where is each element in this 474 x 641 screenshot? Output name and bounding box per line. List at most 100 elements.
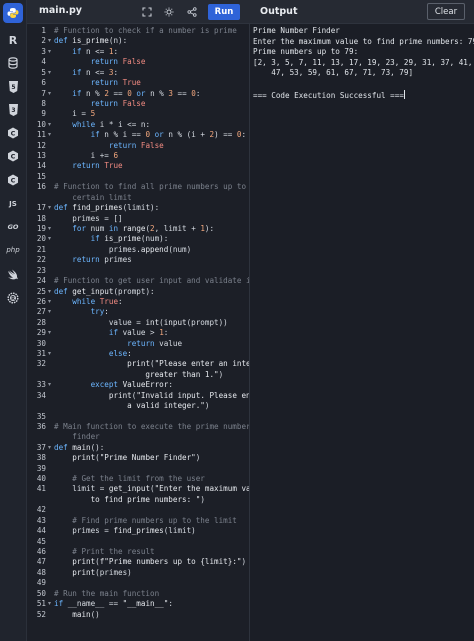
file-tab[interactable]: main.py (39, 5, 82, 16)
cpp-icon[interactable]: C (3, 146, 23, 166)
share-icon[interactable] (184, 4, 200, 20)
code-line[interactable]: while i * i <= n: (54, 120, 150, 129)
code-line[interactable]: if n % i == 0 or n % (i + 2) == 0: (54, 130, 247, 139)
code-line[interactable]: if n <= 3: (54, 68, 118, 77)
r-icon[interactable]: R (3, 30, 23, 50)
fold-chevron-icon[interactable]: ▾ (48, 329, 51, 336)
code-line[interactable]: if is_prime(num): (54, 234, 169, 243)
code-line[interactable]: print(f"Prime numbers up to {limit}:") (54, 557, 246, 566)
code-line[interactable]: while True: (54, 297, 122, 306)
clear-button[interactable]: Clear (427, 3, 465, 20)
code-line[interactable]: i = 5 (54, 109, 95, 118)
fold-chevron-icon[interactable]: ▾ (48, 90, 51, 97)
code-line-wrap[interactable]: certain limit (54, 193, 131, 202)
code-line[interactable]: print(primes) (54, 568, 131, 577)
code-line[interactable]: value = int(input(prompt)) (54, 318, 228, 327)
code-line-wrap[interactable]: finder (54, 432, 99, 441)
code-line[interactable]: if n <= 1: (54, 47, 118, 56)
line-number: 22 (36, 255, 46, 265)
line-number: 21 (36, 244, 46, 254)
code-line[interactable]: if n % 2 == 0 or n % 3 == 0: (54, 89, 200, 98)
go-icon[interactable]: GO (3, 217, 23, 237)
fold-chevron-icon[interactable]: ▾ (48, 69, 51, 76)
run-button[interactable]: Run (208, 4, 240, 20)
line-number: 40 (36, 474, 46, 484)
code-line[interactable]: return False (54, 141, 164, 150)
code-line[interactable]: limit = get_input("Enter the maximum val… (54, 484, 249, 493)
code-line[interactable]: print("Please enter an integer (54, 359, 249, 368)
fold-chevron-icon[interactable]: ▾ (48, 444, 51, 451)
code-line[interactable]: primes = find_primes(limit) (54, 526, 195, 535)
fold-chevron-icon[interactable]: ▾ (48, 131, 51, 138)
code-line[interactable]: # Function to find all prime numbers up … (54, 182, 249, 191)
rust-icon[interactable]: R (3, 288, 23, 308)
line-number: 25 (36, 286, 46, 296)
code-line[interactable]: return False (54, 99, 146, 108)
line-number: 7 (41, 88, 46, 98)
fold-chevron-icon[interactable]: ▾ (48, 350, 51, 357)
c-icon[interactable]: C (3, 123, 23, 143)
code-line[interactable]: def get_input(prompt): (54, 287, 155, 296)
js-icon[interactable]: JS (3, 194, 23, 214)
line-number: 31 (36, 349, 46, 359)
fold-chevron-icon[interactable]: ▾ (48, 235, 51, 242)
code-editor[interactable]: 1 # Function to check if a number is prim… (27, 24, 249, 641)
line-number: 39 (36, 463, 46, 473)
line-number: 5 (41, 67, 46, 77)
fold-chevron-icon[interactable]: ▾ (48, 298, 51, 305)
code-line[interactable]: # Function to get user input and validat… (54, 276, 249, 285)
database-icon[interactable] (3, 53, 23, 73)
html5-icon[interactable]: 5 (3, 77, 23, 97)
fold-chevron-icon[interactable]: ▾ (48, 600, 51, 607)
code-line[interactable]: def find_primes(limit): (54, 203, 159, 212)
code-line[interactable]: for num in range(2, limit + 1): (54, 224, 214, 233)
fold-chevron-icon[interactable]: ▾ (48, 308, 51, 315)
code-line[interactable]: return False (54, 57, 146, 66)
python-icon[interactable] (3, 3, 23, 23)
code-line[interactable]: if value > 1: (54, 328, 168, 337)
line-number: 15 (36, 171, 46, 181)
fold-chevron-icon[interactable]: ▾ (48, 37, 51, 44)
csharp-icon[interactable]: C (3, 170, 23, 190)
fold-chevron-icon[interactable]: ▾ (48, 204, 51, 211)
fold-chevron-icon[interactable]: ▾ (48, 48, 51, 55)
code-line[interactable]: return value (54, 339, 182, 348)
code-line[interactable]: except ValueError: (54, 380, 173, 389)
code-line[interactable]: # Run the main function (54, 589, 159, 598)
code-line[interactable]: # Function to check if a number is prime (54, 26, 237, 35)
code-line[interactable]: print("Prime Number Finder") (54, 453, 200, 462)
php-icon[interactable]: php (3, 240, 23, 260)
code-line[interactable]: primes = [] (54, 214, 122, 223)
code-line[interactable]: try: (54, 307, 109, 316)
fold-chevron-icon[interactable]: ▾ (48, 225, 51, 232)
code-line[interactable]: return True (54, 78, 141, 87)
line-number: 8 (41, 98, 46, 108)
theme-toggle-icon[interactable] (161, 4, 177, 20)
javascript-icon[interactable]: 3 (3, 100, 23, 120)
code-line[interactable]: return True (54, 161, 122, 170)
code-line-wrap[interactable]: to find prime numbers: ") (54, 495, 205, 504)
code-line[interactable]: # Get the limit from the user (54, 474, 205, 483)
fold-chevron-icon[interactable]: ▾ (48, 288, 51, 295)
code-line[interactable]: # Find prime numbers up to the limit (54, 516, 237, 525)
line-number: 20 (36, 234, 46, 244)
code-line[interactable]: primes.append(num) (54, 245, 191, 254)
fold-chevron-icon[interactable]: ▾ (48, 381, 51, 388)
line-number: 41 (36, 484, 46, 494)
code-line[interactable]: # Main function to execute the prime num… (54, 422, 249, 431)
code-line-wrap[interactable]: greater than 1.") (54, 370, 223, 379)
code-line[interactable]: # Print the result (54, 547, 154, 556)
code-line[interactable]: def main(): (54, 443, 104, 452)
code-line[interactable]: else: (54, 349, 132, 358)
code-line-wrap[interactable]: a valid integer.") (54, 401, 209, 410)
fullscreen-icon[interactable] (139, 4, 155, 20)
code-line[interactable]: i += 6 (54, 151, 118, 160)
code-line[interactable]: main() (54, 610, 99, 619)
code-line[interactable]: def is_prime(n): (54, 36, 127, 45)
code-line[interactable]: return primes (54, 255, 131, 264)
fold-chevron-icon[interactable]: ▾ (48, 121, 51, 128)
line-number: 34 (36, 390, 46, 400)
code-line[interactable]: print("Invalid input. Please enter (54, 391, 249, 400)
swift-icon[interactable] (3, 264, 23, 284)
code-line[interactable]: if __name__ == "__main__": (54, 599, 173, 608)
